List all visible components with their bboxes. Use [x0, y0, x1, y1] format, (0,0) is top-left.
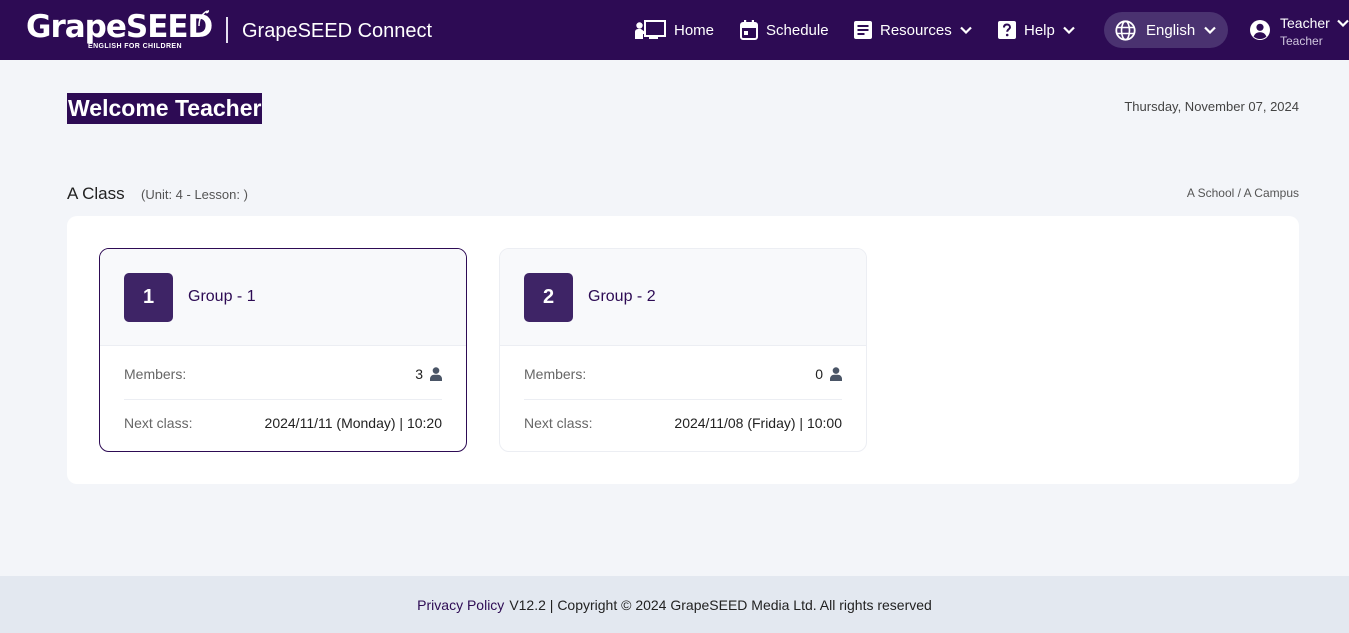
sprout-icon	[198, 10, 210, 26]
header-divider	[226, 17, 228, 43]
logo-tagline: ENGLISH FOR CHILDREN	[88, 43, 182, 50]
user-name: Teacher	[1280, 15, 1330, 31]
members-label: Members:	[124, 366, 187, 382]
nav-schedule-label: Schedule	[766, 21, 829, 39]
group-number-badge: 1	[124, 273, 173, 322]
chevron-down-icon	[1204, 26, 1216, 34]
footer-copyright: V12.2 | Copyright © 2024 GrapeSEED Media…	[509, 596, 932, 613]
logo-wordmark: GrapeSEED	[26, 9, 213, 45]
document-icon	[854, 21, 872, 39]
nav-home-label: Home	[674, 21, 715, 39]
members-count: 3	[415, 366, 442, 382]
chevron-down-icon	[1337, 19, 1349, 27]
nav-help[interactable]: Help	[998, 0, 1075, 60]
group-name: Group - 2	[588, 288, 656, 305]
welcome-heading: Welcome Teacher	[67, 93, 263, 124]
group-name: Group - 1	[188, 288, 256, 305]
user-circle-icon	[1250, 20, 1270, 40]
app-title: GrapeSEED Connect	[242, 20, 433, 42]
nav-schedule[interactable]: Schedule	[740, 0, 829, 60]
class-name: A Class	[67, 184, 125, 203]
members-count-value: 0	[815, 366, 823, 382]
group-number-badge: 2	[524, 273, 573, 322]
teacher-board-icon	[635, 20, 666, 39]
nav-home[interactable]: Home	[635, 0, 714, 60]
members-count-value: 3	[415, 366, 423, 382]
calendar-icon	[740, 20, 758, 40]
current-date: Thursday, November 07, 2024	[1124, 99, 1299, 114]
language-selector[interactable]: English	[1104, 12, 1228, 48]
next-class-value: 2024/11/11 (Monday) | 10:20	[264, 415, 442, 431]
chevron-down-icon	[959, 26, 972, 34]
footer: Privacy Policy V12.2 | Copyright © 2024 …	[0, 576, 1349, 633]
members-count: 0	[815, 366, 842, 382]
top-navbar: GrapeSEED ENGLISH FOR CHILDREN GrapeSEED…	[0, 0, 1349, 60]
grapeseed-logo[interactable]: GrapeSEED ENGLISH FOR CHILDREN	[26, 8, 213, 54]
school-campus: A School / A Campus	[1186, 186, 1299, 200]
members-label: Members:	[524, 366, 587, 382]
group-card-header: 1 Group - 1	[100, 249, 466, 346]
person-icon	[830, 367, 842, 381]
class-unit-lesson: (Unit: 4 - Lesson: )	[141, 187, 248, 202]
question-icon	[998, 21, 1016, 39]
card-divider	[524, 399, 842, 400]
chevron-down-icon	[1063, 26, 1075, 34]
next-class-label: Next class:	[524, 415, 593, 431]
user-role: Teacher	[1280, 34, 1323, 48]
group-card-header: 2 Group - 2	[500, 249, 866, 346]
privacy-policy-link[interactable]: Privacy Policy	[417, 597, 504, 613]
group-card[interactable]: 1 Group - 1 Members: 3 Next class: 2024/…	[99, 248, 467, 452]
language-label: English	[1146, 21, 1196, 39]
nav-resources[interactable]: Resources	[854, 0, 972, 60]
person-icon	[430, 367, 442, 381]
globe-icon	[1115, 19, 1136, 41]
card-divider	[124, 399, 442, 400]
next-class-value: 2024/11/08 (Friday) | 10:00	[674, 415, 842, 431]
next-class-label: Next class:	[124, 415, 193, 431]
nav-resources-label: Resources	[880, 21, 952, 39]
group-card[interactable]: 2 Group - 2 Members: 0 Next class: 2024/…	[499, 248, 867, 452]
nav-help-label: Help	[1024, 21, 1055, 39]
